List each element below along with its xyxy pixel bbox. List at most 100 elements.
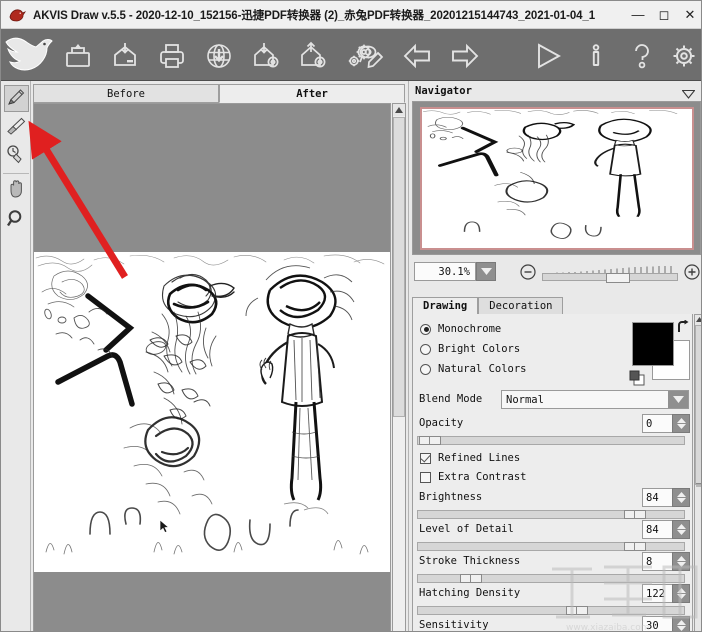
- sensitivity-row: Sensitivity 30: [413, 616, 692, 631]
- spinner-arrows-icon[interactable]: [672, 616, 690, 631]
- slider-thumb[interactable]: [460, 574, 482, 583]
- brightness-slider[interactable]: [417, 510, 685, 519]
- zoom-dropdown-button[interactable]: [476, 262, 496, 281]
- image-panel: Before After: [31, 81, 408, 631]
- stroke-thickness-spinner[interactable]: 8: [642, 552, 690, 571]
- maximize-button[interactable]: ◻: [651, 2, 677, 28]
- level-of-detail-value[interactable]: 84: [642, 520, 672, 539]
- settings-scrollbar[interactable]: [694, 314, 701, 631]
- scroll-up-arrow-icon[interactable]: [393, 104, 405, 116]
- slider-thumb[interactable]: [419, 436, 441, 445]
- slider-thumb[interactable]: [566, 606, 588, 615]
- sensitivity-spinner[interactable]: 30: [642, 616, 690, 631]
- spinner-arrows-icon[interactable]: [672, 414, 690, 433]
- run-icon[interactable]: [529, 37, 567, 75]
- brightness-label: Brightness: [419, 491, 483, 503]
- sensitivity-value[interactable]: 30: [642, 616, 672, 631]
- slider-thumb[interactable]: [624, 510, 646, 519]
- radio-label: Natural Colors: [438, 363, 527, 375]
- tab-before[interactable]: Before: [33, 84, 219, 103]
- spinner-arrows-icon[interactable]: [672, 584, 690, 603]
- batch-edit-icon[interactable]: [353, 37, 391, 75]
- new-image-icon[interactable]: [59, 37, 97, 75]
- foreground-color-swatch[interactable]: [632, 322, 674, 366]
- stroke-thickness-value[interactable]: 8: [642, 552, 672, 571]
- swap-colors-icon[interactable]: [676, 319, 690, 339]
- help-icon[interactable]: [623, 37, 661, 75]
- navigator-viewport-frame[interactable]: [420, 107, 694, 250]
- redo-icon[interactable]: [445, 37, 483, 75]
- default-colors-icon[interactable]: [629, 370, 645, 391]
- brightness-value[interactable]: 84: [642, 488, 672, 507]
- about-icon[interactable]: [577, 37, 615, 75]
- color-swatches: [629, 319, 690, 391]
- hatching-density-value[interactable]: 122: [642, 584, 672, 603]
- image-canvas[interactable]: [33, 103, 391, 631]
- slider-thumb[interactable]: [624, 542, 646, 551]
- checkbox-refined-lines[interactable]: Refined Lines: [420, 450, 520, 466]
- zoom-slider[interactable]: [542, 273, 678, 283]
- brightness-spinner[interactable]: 84: [642, 488, 690, 507]
- tab-drawing[interactable]: Drawing: [412, 297, 479, 315]
- zoom-value-field[interactable]: 30.1%: [414, 262, 476, 281]
- settings-scroll-thumb[interactable]: [695, 325, 701, 485]
- checkbox-extra-contrast[interactable]: Extra Contrast: [420, 469, 527, 485]
- scroll-up-arrow-icon[interactable]: [695, 315, 701, 324]
- stroke-thickness-slider[interactable]: [417, 574, 685, 583]
- undo-icon[interactable]: [399, 37, 437, 75]
- settings-panel: Monochrome Bright Colors Natural Colors: [412, 314, 693, 631]
- settings-icon[interactable]: [665, 37, 701, 75]
- save-preset-icon[interactable]: [294, 37, 332, 75]
- open-image-icon[interactable]: [106, 37, 144, 75]
- akvis-bird-icon: [7, 5, 27, 25]
- hatching-density-spinner[interactable]: 122: [642, 584, 690, 603]
- navigator-title: Navigator: [415, 85, 472, 97]
- radio-natural-colors[interactable]: Natural Colors: [420, 360, 527, 378]
- opacity-slider[interactable]: [417, 436, 685, 445]
- tool-pencil[interactable]: [4, 85, 29, 112]
- close-button[interactable]: ✕: [677, 2, 701, 28]
- canvas-vertical-scrollbar[interactable]: [392, 103, 406, 631]
- zoom-tick-marks: [542, 263, 678, 274]
- minimize-button[interactable]: —: [625, 2, 651, 28]
- hatching-density-row: Hatching Density 122: [413, 584, 692, 604]
- radio-label: Monochrome: [438, 323, 502, 335]
- tool-hand[interactable]: [4, 177, 29, 204]
- stroke-thickness-label: Stroke Thickness: [419, 555, 521, 567]
- vertical-scroll-thumb[interactable]: [393, 117, 405, 417]
- zoom-out-button[interactable]: [520, 264, 536, 285]
- checkbox-indicator: [420, 452, 431, 464]
- radio-bright-colors[interactable]: Bright Colors: [420, 340, 520, 358]
- history-brush-icon: [6, 144, 27, 170]
- tab-decoration[interactable]: Decoration: [478, 297, 564, 315]
- spinner-arrows-icon[interactable]: [672, 488, 690, 507]
- navigator-preview[interactable]: [412, 101, 701, 255]
- hatching-density-slider[interactable]: [417, 606, 685, 615]
- load-preset-icon[interactable]: [247, 37, 285, 75]
- opacity-value[interactable]: 0: [642, 414, 672, 433]
- main-toolbar: [1, 29, 701, 81]
- eraser-icon: [6, 115, 27, 141]
- print-icon[interactable]: [153, 37, 191, 75]
- tool-zoom[interactable]: [4, 207, 29, 234]
- opacity-label: Opacity: [419, 417, 464, 429]
- radio-monochrome[interactable]: Monochrome: [420, 320, 501, 338]
- blend-mode-value: Normal: [506, 393, 544, 406]
- tool-history-brush[interactable]: [4, 143, 29, 170]
- publish-web-icon[interactable]: [200, 37, 238, 75]
- level-of-detail-spinner[interactable]: 84: [642, 520, 690, 539]
- spinner-arrows-icon[interactable]: [672, 520, 690, 539]
- settings-tabs: Drawing Decoration: [412, 297, 701, 315]
- blend-mode-select[interactable]: Normal: [501, 390, 689, 409]
- scroll-grip-icon: [696, 475, 701, 487]
- zoom-in-button[interactable]: [684, 264, 700, 285]
- opacity-spinner[interactable]: 0: [642, 414, 690, 433]
- tab-after[interactable]: After: [219, 84, 405, 103]
- level-of-detail-slider[interactable]: [417, 542, 685, 551]
- navigator-header: Navigator: [411, 83, 701, 99]
- zoom-slider-thumb[interactable]: [606, 273, 630, 283]
- spinner-arrows-icon[interactable]: [672, 552, 690, 571]
- tool-eraser[interactable]: [4, 114, 29, 141]
- stroke-thickness-row: Stroke Thickness 8: [413, 552, 692, 572]
- chevron-down-icon[interactable]: [668, 391, 688, 408]
